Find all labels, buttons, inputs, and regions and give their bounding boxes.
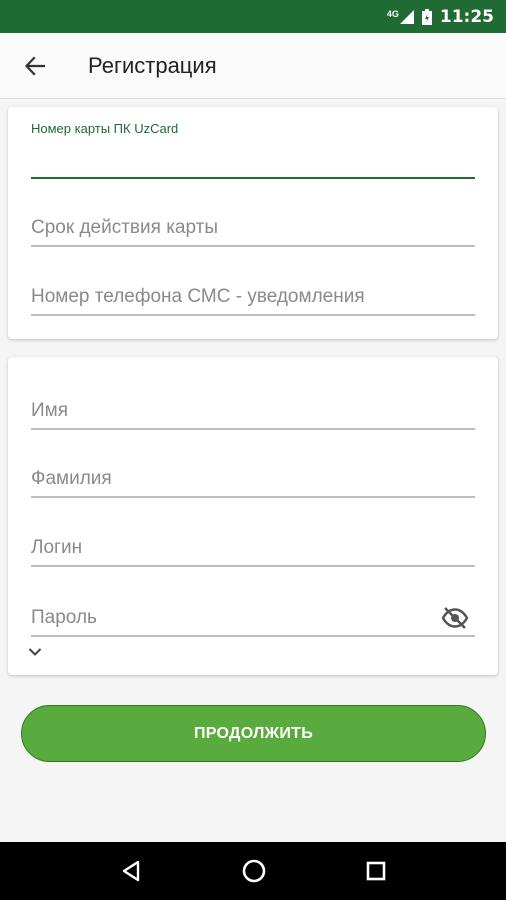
network-type: 4G xyxy=(386,8,399,19)
user-details-section: Имя Фамилия Логин Пароль xyxy=(8,357,498,675)
battery-icon xyxy=(421,8,432,25)
login-placeholder: Логин xyxy=(31,537,83,558)
login-input[interactable]: Логин xyxy=(31,524,475,567)
sms-phone-input[interactable]: Номер телефона СМС - уведомления xyxy=(31,275,475,316)
card-number-label: Номер карты ПК UzCard xyxy=(31,121,179,136)
first-name-placeholder: Имя xyxy=(31,400,69,421)
password-placeholder: Пароль xyxy=(31,607,97,628)
card-expiry-input[interactable]: Срок действия карты xyxy=(31,207,475,247)
nav-recents-icon[interactable] xyxy=(365,860,387,882)
page-title: Регистрация xyxy=(88,52,217,78)
nav-home-icon[interactable] xyxy=(241,858,267,884)
first-name-input[interactable]: Имя xyxy=(31,387,475,430)
system-nav-bar xyxy=(0,842,506,900)
status-time: 11:25 xyxy=(439,6,494,27)
card-number-input[interactable]: Номер карты ПК UzCard xyxy=(31,121,475,179)
back-arrow-icon xyxy=(24,55,46,76)
password-input[interactable]: Пароль xyxy=(31,594,475,637)
last-name-input[interactable]: Фамилия xyxy=(31,455,475,498)
signal-icon xyxy=(399,9,414,24)
nav-back-icon[interactable] xyxy=(119,859,143,883)
signal-indicator: 4G xyxy=(386,8,414,24)
continue-button[interactable]: ПРОДОЛЖИТЬ xyxy=(21,705,486,762)
app-bar: Регистрация xyxy=(0,33,506,99)
status-bar: 4G 11:25 xyxy=(0,0,506,33)
eye-off-icon[interactable] xyxy=(441,607,469,629)
chevron-down-icon[interactable] xyxy=(28,647,42,657)
back-button[interactable] xyxy=(0,33,70,99)
card-details-section: Номер карты ПК UzCard Срок действия карт… xyxy=(8,107,498,339)
card-expiry-placeholder: Срок действия карты xyxy=(31,217,218,238)
sms-phone-placeholder: Номер телефона СМС - уведомления xyxy=(31,286,365,307)
last-name-placeholder: Фамилия xyxy=(31,468,112,489)
